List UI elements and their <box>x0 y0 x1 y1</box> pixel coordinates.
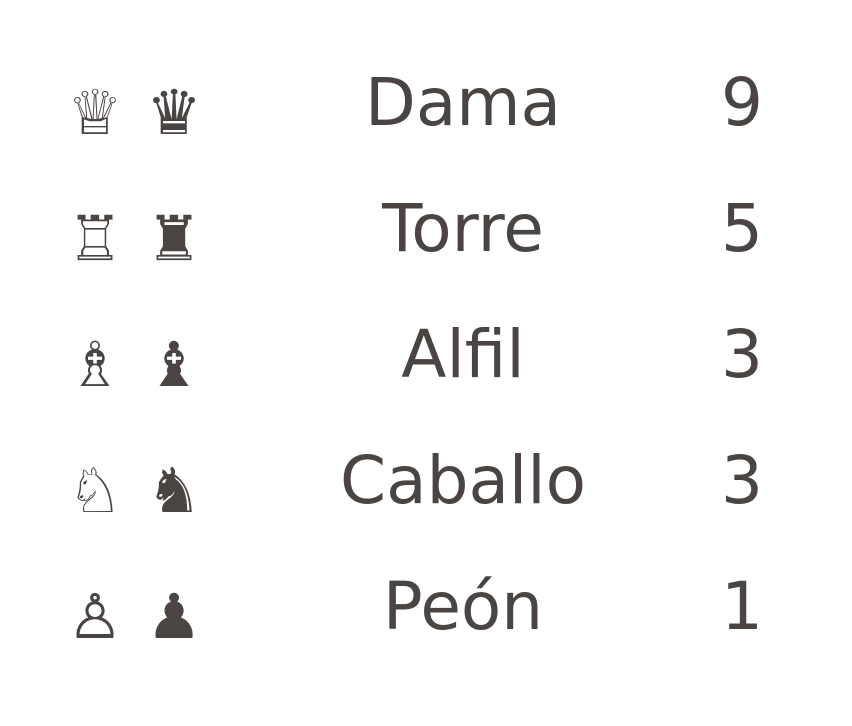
white-queen-icon: ♕ <box>67 76 123 150</box>
white-bishop-icon: ♗ <box>67 328 123 402</box>
black-queen-icon: ♛ <box>146 76 202 150</box>
white-pawn-icon: ♙ <box>67 580 123 654</box>
piece-value: 3 <box>721 316 763 393</box>
black-pawn-icon: ♟ <box>146 580 202 654</box>
piece-row-pawn: ♙ ♟ Peón 1 <box>0 544 852 670</box>
piece-name: Peón <box>382 568 544 645</box>
piece-name: Alfil <box>401 316 525 393</box>
white-knight-icon: ♘ <box>67 454 123 528</box>
piece-row-rook: ♖ ♜ Torre 5 <box>0 166 852 292</box>
piece-value: 5 <box>721 190 763 267</box>
piece-value: 9 <box>721 64 763 141</box>
piece-row-queen: ♕ ♛ Dama 9 <box>0 40 852 166</box>
piece-name: Torre <box>382 190 544 267</box>
piece-row-knight: ♘ ♞ Caballo 3 <box>0 418 852 544</box>
white-rook-icon: ♖ <box>67 202 123 276</box>
black-rook-icon: ♜ <box>146 202 202 276</box>
piece-value-table: ♕ ♛ Dama 9 ♖ ♜ Torre 5 ♗ ♝ Alfil 3 ♘ ♞ C… <box>0 40 852 670</box>
black-bishop-icon: ♝ <box>146 328 202 402</box>
piece-value: 1 <box>721 568 763 645</box>
piece-name: Dama <box>364 64 562 141</box>
piece-name: Caballo <box>340 442 586 519</box>
piece-row-bishop: ♗ ♝ Alfil 3 <box>0 292 852 418</box>
piece-value: 3 <box>721 442 763 519</box>
black-knight-icon: ♞ <box>146 454 202 528</box>
